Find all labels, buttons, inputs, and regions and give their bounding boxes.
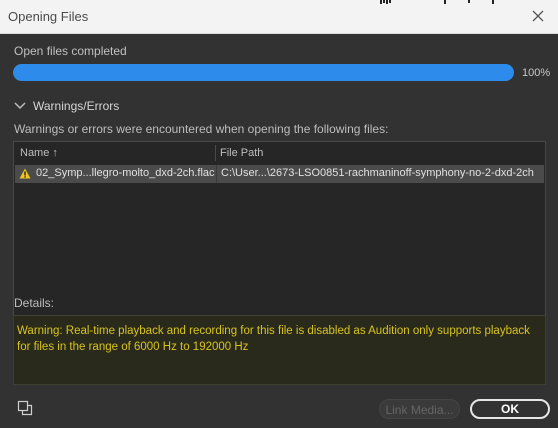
warnings-section-title[interactable]: Warnings/Errors — [33, 99, 119, 113]
close-icon[interactable] — [528, 6, 548, 26]
details-box: Warning: Real-time playback and recordin… — [13, 315, 546, 385]
progress-fill — [13, 64, 514, 81]
file-path-cell: C:\User...\2673-LSO0851-rachmaninoff-sym… — [221, 167, 534, 179]
column-divider — [216, 165, 217, 183]
details-text: Warning: Real-time playback and recordin… — [17, 325, 530, 353]
warnings-table: Name ↑ File Path 02_Symp...llegro-molto_… — [13, 141, 546, 322]
progress-percent: 100% — [522, 67, 551, 79]
window-title: Opening Files — [8, 9, 89, 24]
table-header: Name ↑ File Path — [14, 142, 545, 165]
ok-button[interactable]: OK — [470, 399, 550, 419]
column-divider[interactable] — [215, 145, 216, 161]
opening-files-dialog: Open files completed 100% Warnings/Error… — [0, 34, 558, 428]
background-tickmarks — [380, 0, 494, 4]
warnings-description: Warnings or errors were encountered when… — [14, 122, 389, 136]
details-label: Details: — [14, 296, 55, 310]
sort-up-icon: ↑ — [52, 147, 58, 159]
table-row[interactable]: 02_Symp...llegro-molto_dxd-2ch.flac C:\U… — [15, 165, 544, 183]
progress-bar — [13, 64, 514, 81]
column-header-file-path[interactable]: File Path — [220, 147, 263, 159]
progress-status: Open files completed — [14, 44, 127, 58]
file-name-cell: 02_Symp...llegro-molto_dxd-2ch.flac — [36, 167, 215, 179]
copy-icon[interactable] — [17, 400, 33, 416]
warning-icon — [19, 168, 31, 179]
title-bar: Opening Files — [0, 0, 558, 34]
link-media-button[interactable]: Link Media... — [379, 399, 460, 419]
column-header-name[interactable]: Name ↑ — [20, 147, 58, 159]
chevron-down-icon[interactable] — [13, 100, 27, 112]
